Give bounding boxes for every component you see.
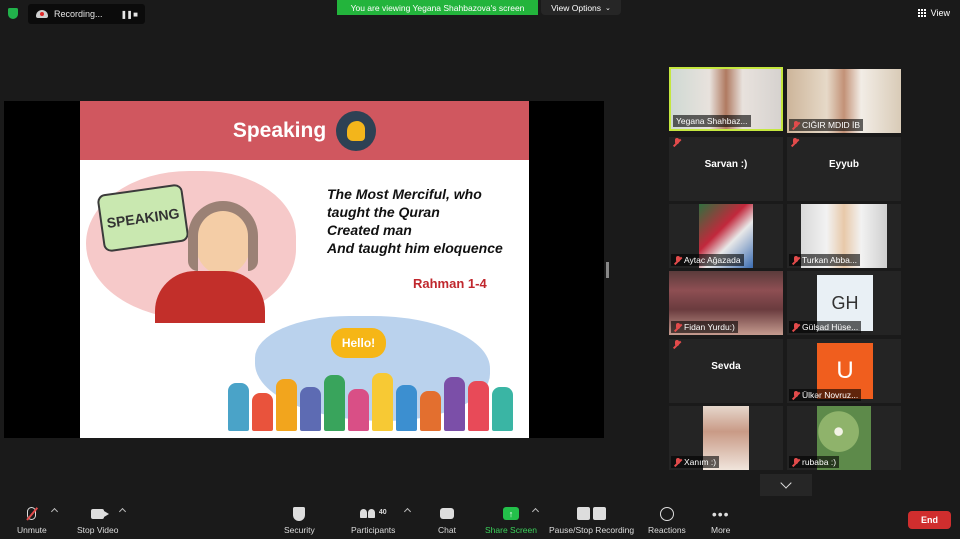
participant-tile[interactable]: Fidan Yurdu:) [669,271,783,335]
participant-tile[interactable]: Sevda [669,339,783,403]
recording-indicator: Recording... ❚❚ ■ [28,4,145,24]
participant-count: 40 [378,509,387,516]
participant-name: Fidan Yurdu:) [671,321,738,333]
panel-resize-handle[interactable] [606,262,609,278]
participant-name-center: Eyyub [828,159,859,170]
woman-illustration-body [155,271,265,323]
chat-button[interactable]: Chat [438,505,456,535]
stop-video-label: Stop Video [77,525,119,535]
verse-line: The Most Merciful, who [327,186,482,202]
end-meeting-button[interactable]: End [908,511,951,529]
chat-label: Chat [438,525,456,535]
participant-tile[interactable]: Aytac Ağazada [669,204,783,268]
security-button[interactable]: Security [284,505,315,535]
muted-mic-icon [674,322,682,332]
participant-tile[interactable]: Yegana Shahbaz... [669,67,783,131]
muted-mic-icon [673,340,681,349]
presentation-slide: Speaking SPEAKING The Most Merciful, who… [80,101,529,438]
recording-label: Recording... [54,9,103,19]
participant-name: Aytac Ağazada [671,254,744,266]
share-screen-arrow-icon: ↑ [502,507,519,520]
more-button[interactable]: ••• More [711,505,731,536]
unmute-button[interactable]: Unmute [17,505,47,535]
participants-button[interactable]: 40 Participants [351,505,395,535]
meeting-toolbar: Unmute Stop Video Security 40 Participan… [0,499,960,539]
crowd-illustration [228,369,513,431]
muted-mic-icon [674,255,682,265]
pause-stop-recording-button[interactable]: Pause/Stop Recording [549,505,634,535]
verse-line: Created man [327,222,412,238]
participant-tile[interactable]: Xanım :) [669,406,783,470]
smiley-icon [659,506,674,521]
view-options-label: View Options [551,2,602,13]
participants-label: Participants [351,525,396,535]
muted-mic-icon [673,138,681,147]
slide-title: Speaking [232,118,327,142]
participant-name: CIĞIR MDID İB [789,119,864,131]
view-label: View [930,8,950,18]
muted-microphone-icon [27,507,37,520]
recording-pause-stop-controls[interactable]: ❚❚ ■ [121,10,138,19]
participant-tile[interactable]: U Ülkər Novruz... [787,339,901,403]
security-label: Security [284,525,315,535]
ellipsis-icon: ••• [711,505,730,522]
encryption-shield-icon[interactable] [8,8,18,19]
recording-controls-label: Pause/Stop Recording [549,525,635,535]
reactions-label: Reactions [648,525,686,535]
verse-reference: Rahman 1-4 [413,276,487,291]
participant-tile[interactable]: GH Gülşad Hüse... [787,271,901,335]
speaking-speech-bubble: SPEAKING [96,183,190,253]
participants-icon: 40 [359,509,387,518]
verse-line: And taught him eloquence [327,240,503,256]
participant-tile[interactable]: rubaba :) [787,406,901,470]
participant-tile[interactable]: CIĞIR MDID İB [787,69,901,133]
share-screen-button[interactable]: ↑ Share Screen [485,505,537,535]
participant-tile[interactable]: Sarvan :) [669,137,783,201]
share-screen-label: Share Screen [485,525,537,535]
reactions-button[interactable]: Reactions [648,505,686,535]
verse-line: taught the Quran [327,204,440,220]
speaking-head-icon [336,110,377,151]
participant-tile[interactable]: Eyyub [787,137,901,201]
participant-tile[interactable]: Turkan Abba... [787,204,901,268]
security-shield-icon [293,506,306,521]
woman-illustration-hair [188,201,258,271]
muted-mic-icon [792,457,800,467]
share-banner: You are viewing Yegana Shahbazova's scre… [337,0,538,15]
unmute-label: Unmute [17,525,47,535]
muted-mic-icon [674,457,682,467]
participant-name: Yegana Shahbaz... [673,115,751,127]
hello-speech-bubble: Hello! [331,328,386,358]
muted-mic-icon [792,120,800,130]
pause-stop-icon [577,507,607,520]
grid-view-icon [917,8,927,18]
participant-name: Gülşad Hüse... [789,321,862,333]
view-button[interactable]: View [917,8,950,18]
muted-mic-icon [792,322,800,332]
chevron-down-icon: ⌄ [605,4,611,12]
verse-text: The Most Merciful, who taught the Quran … [327,185,527,257]
muted-mic-icon [792,390,800,400]
audio-options-caret-icon[interactable] [50,507,59,516]
muted-mic-icon [792,255,800,265]
participant-name: Ülkər Novruz... [789,389,862,401]
participant-name-center: Sevda [711,361,741,372]
video-options-caret-icon[interactable] [118,507,127,516]
cloud-recording-icon [36,10,48,18]
stop-video-button[interactable]: Stop Video [77,505,118,535]
more-label: More [711,525,731,535]
participants-options-caret-icon[interactable] [403,507,412,516]
video-camera-icon [91,508,110,519]
participant-name: Turkan Abba... [789,254,860,266]
chat-bubble-icon [439,508,454,519]
slide-header: Speaking [80,101,529,160]
participant-name-center: Sarvan :) [704,159,748,170]
participant-name: rubaba :) [789,456,840,468]
shared-screen[interactable]: Speaking SPEAKING The Most Merciful, who… [4,101,604,438]
muted-mic-icon [791,138,799,147]
participant-name: Xanım :) [671,456,720,468]
gallery-next-button[interactable] [760,474,812,496]
view-options-button[interactable]: View Options ⌄ [541,0,621,15]
chevron-down-icon [780,477,792,489]
